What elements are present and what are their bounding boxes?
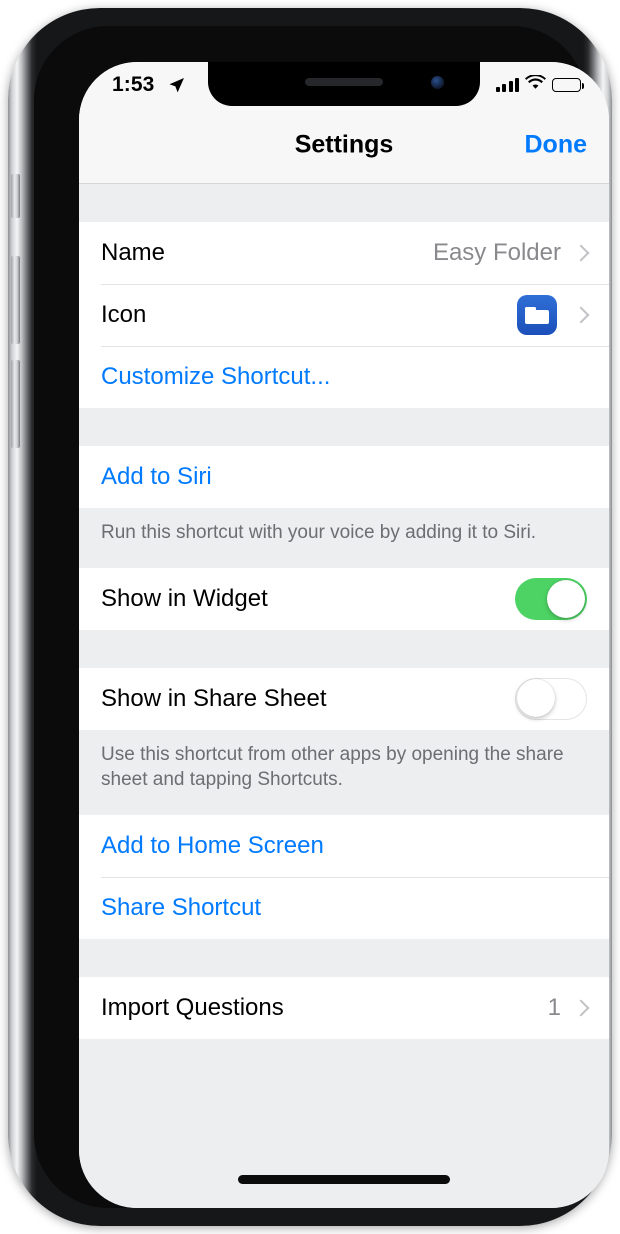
section-actions: Add to Home Screen Share Shortcut [79,814,609,939]
import-questions-label: Import Questions [101,993,284,1021]
row-import-questions[interactable]: Import Questions 1 [79,976,609,1039]
front-camera-icon [431,76,444,89]
iphone-device-frame: 1:53 Settings Done Name Easy Folder Icon… [8,8,612,1226]
chevron-right-icon [572,244,590,262]
row-show-in-widget[interactable]: Show in Widget [79,567,609,630]
folder-icon [517,295,557,335]
add-to-home-screen-label: Add to Home Screen [101,831,324,859]
customize-shortcut-label: Customize Shortcut... [101,363,331,390]
section-widget: Show in Widget [79,567,609,630]
import-questions-value: 1 [547,993,561,1021]
row-share-shortcut[interactable]: Share Shortcut [79,876,609,939]
section-share-sheet: Show in Share Sheet [79,667,609,730]
battery-icon [552,78,584,92]
volume-up-button[interactable] [11,256,20,344]
cellular-signal-icon [495,78,519,92]
row-add-to-siri[interactable]: Add to Siri [79,446,609,508]
siri-footer-text: Run this shortcut with your voice by add… [79,508,609,568]
row-show-in-share-sheet[interactable]: Show in Share Sheet [79,667,609,730]
settings-list[interactable]: Name Easy Folder Icon Customize Shortcut… [79,184,609,1208]
home-indicator[interactable] [238,1175,450,1184]
section-spacer [79,184,609,222]
mute-switch-button[interactable] [11,174,20,218]
add-to-siri-label: Add to Siri [101,463,212,490]
section-import: Import Questions 1 [79,976,609,1039]
page-title: Settings [294,130,394,158]
row-name[interactable]: Name Easy Folder [79,222,609,284]
toggle-knob [547,579,585,618]
show-in-widget-label: Show in Widget [101,584,268,612]
show-in-share-sheet-label: Show in Share Sheet [101,684,327,712]
section-spacer [79,408,609,446]
row-name-value: Easy Folder [432,239,561,266]
show-in-widget-toggle[interactable] [515,577,587,620]
earpiece-speaker-icon [305,78,383,86]
share-sheet-footer-text: Use this shortcut from other apps by ope… [79,729,609,815]
row-icon[interactable]: Icon [79,284,609,346]
toggle-knob [516,679,555,718]
volume-down-button[interactable] [11,360,20,448]
chevron-right-icon [572,999,590,1017]
done-button[interactable]: Done [525,130,588,159]
section-spacer [79,629,609,668]
status-bar-time: 1:53 [112,73,155,96]
row-icon-label: Icon [101,301,147,328]
row-customize-shortcut[interactable]: Customize Shortcut... [79,346,609,408]
section-siri: Add to Siri [79,446,609,508]
status-bar-indicators [495,74,584,95]
phone-screen: 1:53 Settings Done Name Easy Folder Icon… [79,62,609,1208]
navigation-bar: Settings Done [79,106,609,184]
section-spacer [79,938,609,977]
wifi-icon [525,74,546,95]
row-add-to-home-screen[interactable]: Add to Home Screen [79,814,609,877]
location-arrow-icon [167,76,186,100]
row-name-label: Name [101,239,166,266]
show-in-share-sheet-toggle[interactable] [515,677,587,720]
section-details: Name Easy Folder Icon Customize Shortcut… [79,222,609,408]
display-notch [208,62,480,106]
share-shortcut-label: Share Shortcut [101,893,262,921]
device-bezel: 1:53 Settings Done Name Easy Folder Icon… [34,26,609,1208]
chevron-right-icon [572,306,590,324]
